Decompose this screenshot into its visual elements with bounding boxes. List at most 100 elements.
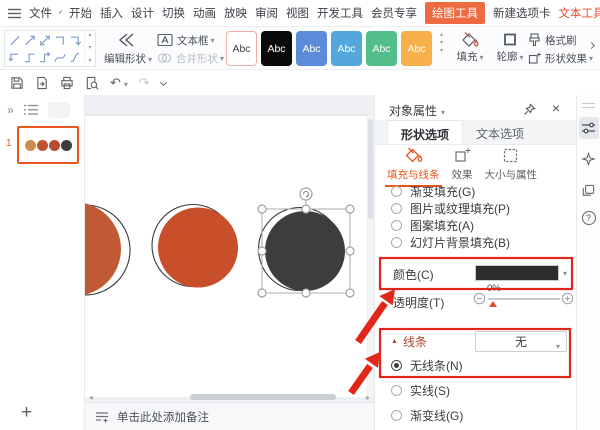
undo-button[interactable]: ↶	[110, 74, 128, 92]
transparency-increase-icon[interactable]	[561, 292, 574, 305]
resize-handle-ne[interactable]	[346, 205, 354, 213]
menu-animation[interactable]: 动画	[193, 5, 216, 21]
menu-slideshow[interactable]: 放映	[224, 5, 247, 21]
style-more-icon[interactable]: ▾	[440, 49, 443, 54]
gallery-more-icon[interactable]: ▾	[88, 59, 91, 64]
notes-bar[interactable]: 单击此处添加备注	[85, 402, 374, 430]
add-slide-button[interactable]	[21, 403, 32, 422]
effects-pane-button[interactable]	[579, 148, 599, 170]
fill-button[interactable]: 填充	[452, 31, 488, 64]
rotation-handle[interactable]	[300, 188, 312, 200]
line-style-dropdown[interactable]: 无	[475, 331, 567, 352]
save-icon[interactable]	[10, 76, 24, 90]
hamburger-menu-icon[interactable]	[8, 8, 21, 19]
shape-style-chip[interactable]: Abc	[401, 31, 432, 66]
hscroll-thumb[interactable]	[190, 394, 336, 400]
slide-canvas[interactable]	[85, 95, 374, 430]
resize-handle-nw[interactable]	[258, 205, 266, 213]
edit-shape-button[interactable]: 编辑形状	[100, 31, 156, 66]
resize-handle-n[interactable]	[302, 205, 310, 213]
menu-home[interactable]: 开始	[69, 5, 92, 21]
style-scroll-down-icon[interactable]: ▾	[440, 41, 443, 46]
expand-panel-icon[interactable]	[7, 101, 14, 119]
panel-title-caret-icon[interactable]	[441, 104, 445, 118]
circle-shape-selected[interactable]	[265, 211, 345, 291]
fill-option-gradient[interactable]: 渐变填充(G)	[391, 183, 510, 200]
shape-style-chip[interactable]: Abc	[226, 31, 257, 66]
print-icon[interactable]	[60, 76, 74, 90]
transparency-slider-track[interactable]	[488, 298, 560, 300]
menu-transition[interactable]: 切换	[162, 5, 185, 21]
subtab-effects[interactable]: 效果	[446, 147, 479, 187]
line-option-solid[interactable]: 实线(S)	[391, 382, 463, 399]
text-box-button[interactable]: 文本框	[157, 31, 224, 49]
elbow-connector-shape-icon[interactable]	[52, 32, 67, 49]
tab-drawing-tools-active[interactable]: 绘图工具	[425, 2, 485, 24]
line-shape-icon[interactable]	[7, 32, 22, 49]
s-curve-shape-icon[interactable]	[67, 49, 82, 66]
transparency-decrease-icon[interactable]	[473, 292, 486, 305]
tab-text-options[interactable]: 文本选项	[463, 120, 537, 144]
style-scroll-up-icon[interactable]: ▴	[440, 33, 443, 38]
thumbnail-view-button[interactable]	[48, 102, 70, 118]
fill-option-slide-background[interactable]: 幻灯片背景填充(B)	[391, 234, 510, 251]
resize-handle-s[interactable]	[302, 289, 310, 297]
slide-thumbnail-selected[interactable]	[17, 126, 79, 164]
resize-handle-w[interactable]	[258, 247, 266, 255]
fill-option-pattern[interactable]: 图案填充(A)	[391, 217, 510, 234]
hscroll-right-icon[interactable]	[362, 393, 374, 402]
menu-devtools[interactable]: 开发工具	[317, 5, 363, 21]
gallery-scroll-down-icon[interactable]: ▾	[88, 46, 91, 51]
hscroll-left-icon[interactable]	[85, 393, 97, 402]
shape-effects-button[interactable]: 形状效果	[528, 49, 593, 67]
print-preview-icon[interactable]	[85, 76, 99, 90]
export-icon[interactable]	[35, 76, 49, 90]
format-painter-button[interactable]: 格式刷	[528, 31, 593, 49]
redo-icon[interactable]: ↷	[139, 76, 150, 89]
canvas-vscrollbar-thumb[interactable]	[368, 119, 373, 219]
line-option-gradient[interactable]: 渐变线(G)	[391, 407, 463, 424]
menu-new-tab[interactable]: 新建选项卡	[493, 5, 551, 21]
outline-button[interactable]: 轮廓	[492, 31, 528, 64]
elbow-double-arrow-shape-icon[interactable]	[7, 49, 22, 66]
menu-membership[interactable]: 会员专享	[371, 5, 417, 21]
fill-option-picture-texture[interactable]: 图片或纹理填充(P)	[391, 200, 510, 217]
outline-view-icon[interactable]	[24, 104, 38, 116]
shape-style-chip[interactable]: Abc	[366, 31, 397, 66]
zigzag-arrow-shape-icon[interactable]	[37, 49, 52, 66]
curved-connector-shape-icon[interactable]	[52, 49, 67, 66]
double-arrow-line-shape-icon[interactable]	[37, 32, 52, 49]
zigzag-connector-shape-icon[interactable]	[22, 49, 37, 66]
quickbar-more-icon[interactable]	[160, 79, 167, 86]
canvas-hscrollbar[interactable]	[85, 392, 374, 402]
fill-color-swatch[interactable]	[475, 265, 559, 281]
subtab-fill-and-line[interactable]: 填充与线条	[381, 147, 446, 187]
tab-text-tools[interactable]: 文本工具	[559, 5, 600, 21]
subtab-size-properties[interactable]: 大小与属性	[479, 147, 544, 187]
help-icon[interactable]	[582, 211, 596, 225]
shape-style-chip[interactable]: Abc	[296, 31, 327, 66]
menu-view[interactable]: 视图	[286, 5, 309, 21]
selection-pane-button[interactable]	[579, 179, 599, 201]
menu-design[interactable]: 设计	[131, 5, 154, 21]
pin-panel-icon[interactable]	[523, 103, 536, 116]
shape-style-chip[interactable]: Abc	[261, 31, 292, 66]
close-panel-icon[interactable]	[552, 100, 560, 116]
menu-file[interactable]: 文件	[29, 5, 52, 21]
circle-shape-middle[interactable]	[158, 208, 238, 288]
menu-review[interactable]: 审阅	[255, 5, 278, 21]
resize-handle-se[interactable]	[346, 289, 354, 297]
merge-shapes-button[interactable]: 合并形状	[157, 49, 224, 67]
panel-drag-handle[interactable]	[582, 103, 595, 108]
menu-insert[interactable]: 插入	[100, 5, 123, 21]
resize-handle-e[interactable]	[346, 247, 354, 255]
line-section-header[interactable]: 线条	[391, 333, 427, 350]
properties-pane-button[interactable]	[579, 117, 599, 139]
elbow-arrow-connector-shape-icon[interactable]	[67, 32, 82, 49]
shape-style-chip[interactable]: Abc	[331, 31, 362, 66]
file-caret-icon[interactable]	[59, 10, 63, 14]
resize-handle-sw[interactable]	[258, 289, 266, 297]
gallery-scroll-up-icon[interactable]: ▴	[88, 33, 91, 38]
tab-shape-options[interactable]: 形状选项	[387, 120, 463, 144]
color-dropdown-caret-icon[interactable]	[563, 265, 567, 279]
